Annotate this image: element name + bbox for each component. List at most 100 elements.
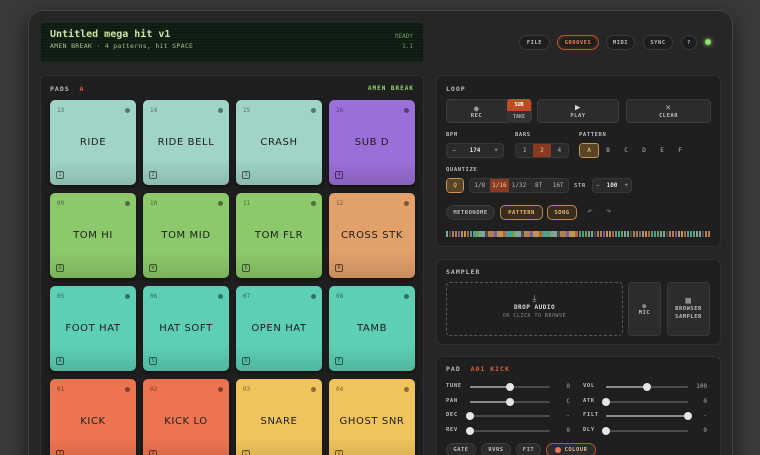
quant-1-32[interactable]: 1/32 — [509, 179, 529, 192]
strength-stepper[interactable]: − 100 + — [592, 178, 632, 193]
slider-knob[interactable] — [602, 426, 610, 435]
clear-button[interactable]: ✕ CLEAR — [626, 99, 711, 123]
param-value-rev: 0 — [566, 426, 570, 434]
file-button[interactable]: FILE — [519, 35, 550, 50]
bpm-decrement[interactable]: − — [447, 144, 461, 157]
pattern-d[interactable]: D — [635, 143, 653, 158]
pad-ghost-snr[interactable]: 04 GHOST SNR V — [329, 379, 415, 455]
pad-key-hint: 4 — [335, 171, 343, 179]
pad-key-hint: C — [242, 450, 250, 455]
quant-8t[interactable]: 8T — [529, 179, 549, 192]
pad-key-hint: 3 — [242, 171, 250, 179]
strength-value[interactable]: 100 — [603, 179, 622, 192]
pad-key-hint: S — [149, 357, 157, 365]
pattern-b[interactable]: B — [599, 143, 617, 158]
grooves-button[interactable]: GROOVES — [557, 35, 599, 50]
param-slider-atk[interactable] — [602, 397, 688, 406]
pad-kick[interactable]: 01 KICK Z — [50, 379, 136, 455]
pad-led-icon — [125, 294, 130, 299]
param-slider-dec[interactable] — [466, 412, 550, 420]
gate-button[interactable]: GATE — [446, 443, 476, 455]
pattern-label: PATTERN — [579, 132, 607, 138]
mic-button[interactable]: ● MIC — [628, 282, 661, 336]
colour-button[interactable]: COLOUR — [546, 443, 596, 455]
play-button[interactable]: ▶ PLAY — [537, 99, 619, 123]
param-slider-vol[interactable] — [606, 383, 688, 391]
param-slider-rev[interactable] — [466, 426, 550, 435]
pad-key-hint: F — [335, 357, 343, 365]
quantize-selector[interactable]: 1/8 1/16 1/32 8T 16T — [469, 178, 569, 193]
quant-1-8[interactable]: 1/8 — [470, 179, 490, 192]
quantize-toggle[interactable]: Q — [446, 178, 464, 193]
pad-tom-mid[interactable]: 10 TOM MID W — [143, 193, 229, 278]
pad-key-hint: Q — [56, 264, 64, 272]
pad-tom-flr[interactable]: 11 TOM FLR E — [236, 193, 322, 278]
slider-knob[interactable] — [643, 383, 651, 391]
reverse-button[interactable]: RVRS — [481, 443, 511, 455]
pad-number: 13 — [57, 107, 65, 114]
pad-snare[interactable]: 03 SNARE C — [236, 379, 322, 455]
pattern-a[interactable]: A — [579, 143, 599, 158]
step-cell — [707, 231, 711, 237]
undo-icon[interactable]: ↶ — [587, 207, 593, 217]
pad-number: 07 — [243, 293, 251, 300]
pad-led-icon — [404, 108, 409, 113]
redo-icon[interactable]: ↷ — [606, 207, 612, 217]
quant-1-16[interactable]: 1/16 — [489, 179, 510, 192]
kit-name: AMEN BREAK — [367, 85, 414, 92]
mic-icon: ● — [642, 302, 647, 310]
bpm-value[interactable]: 174 — [461, 144, 489, 157]
pad-kick-lo[interactable]: 02 KICK LO X — [143, 379, 229, 455]
slider-knob[interactable] — [466, 412, 474, 420]
song-mode-button[interactable]: SONG — [547, 205, 577, 220]
bars-2[interactable]: 2 — [533, 144, 551, 157]
pad-cross-stk[interactable]: 12 CROSS STK R — [329, 193, 415, 278]
pad-foot-hat[interactable]: 05 FOOT HAT A — [50, 286, 136, 371]
sampler-label: SAMPLER — [446, 268, 481, 276]
pad-name: CRASH — [260, 137, 298, 148]
quant-16t[interactable]: 16T — [548, 179, 568, 192]
slider-knob[interactable] — [506, 397, 514, 406]
pad-name: CROSS STK — [340, 230, 404, 241]
pad-open-hat[interactable]: 07 OPEN HAT D — [236, 286, 322, 371]
pad-tamb[interactable]: 08 TAMB F — [329, 286, 415, 371]
pad-crash[interactable]: 15 CRASH 3 — [236, 100, 322, 185]
slider-knob[interactable] — [506, 383, 514, 391]
browser-sampler-button[interactable]: ▦ BROWSER SAMPLER — [667, 282, 710, 336]
pattern-f[interactable]: F — [671, 143, 689, 158]
pad-name: TOM FLR — [254, 230, 304, 241]
pad-name: HAT SOFT — [159, 323, 213, 334]
sync-button[interactable]: SYNC — [643, 35, 673, 50]
bars-4[interactable]: 4 — [551, 144, 568, 157]
fit-button[interactable]: FIT — [516, 443, 541, 455]
param-slider-pan[interactable] — [470, 397, 550, 406]
sub-take-toggle[interactable]: SUB TAKE — [507, 99, 531, 123]
bars-selector[interactable]: 1 2 4 — [515, 143, 569, 158]
slider-knob[interactable] — [466, 426, 474, 435]
bars-1[interactable]: 1 — [516, 144, 533, 157]
pad-led-icon — [404, 201, 409, 206]
pad-number: 10 — [150, 200, 158, 207]
pad-ride-bell[interactable]: 14 RIDE BELL 2 — [143, 100, 229, 185]
pad-led-icon — [404, 387, 409, 392]
drop-audio-zone[interactable]: ⤓ DROP AUDIO OR CLICK TO BROWSE — [446, 282, 623, 336]
pad-hat-soft[interactable]: 06 HAT SOFT S — [143, 286, 229, 371]
pad-sub-d[interactable]: 16 SUB D 4 — [329, 100, 415, 185]
param-slider-dly[interactable] — [602, 426, 688, 435]
pattern-e[interactable]: E — [653, 143, 671, 158]
pattern-c[interactable]: C — [617, 143, 635, 158]
param-slider-tune[interactable] — [470, 383, 550, 391]
metronome-button[interactable]: METRONOME — [446, 205, 495, 220]
pad-tom-hi[interactable]: 09 TOM HI Q — [50, 193, 136, 278]
bpm-increment[interactable]: + — [489, 144, 503, 157]
pattern-mode-button[interactable]: PATTERN — [500, 205, 543, 220]
loop-overview-strip[interactable] — [446, 231, 711, 237]
help-button[interactable]: ? — [681, 35, 697, 50]
bpm-stepper[interactable]: − 174 + — [446, 143, 504, 158]
param-slider-filt[interactable] — [606, 412, 692, 420]
pad-ride[interactable]: 13 RIDE 1 — [50, 100, 136, 185]
midi-button[interactable]: MIDI — [606, 35, 635, 50]
lcd-status: READY 1.1 — [394, 33, 413, 50]
slider-knob[interactable] — [602, 397, 610, 406]
pattern-selector[interactable]: A B C D E F — [579, 143, 689, 158]
